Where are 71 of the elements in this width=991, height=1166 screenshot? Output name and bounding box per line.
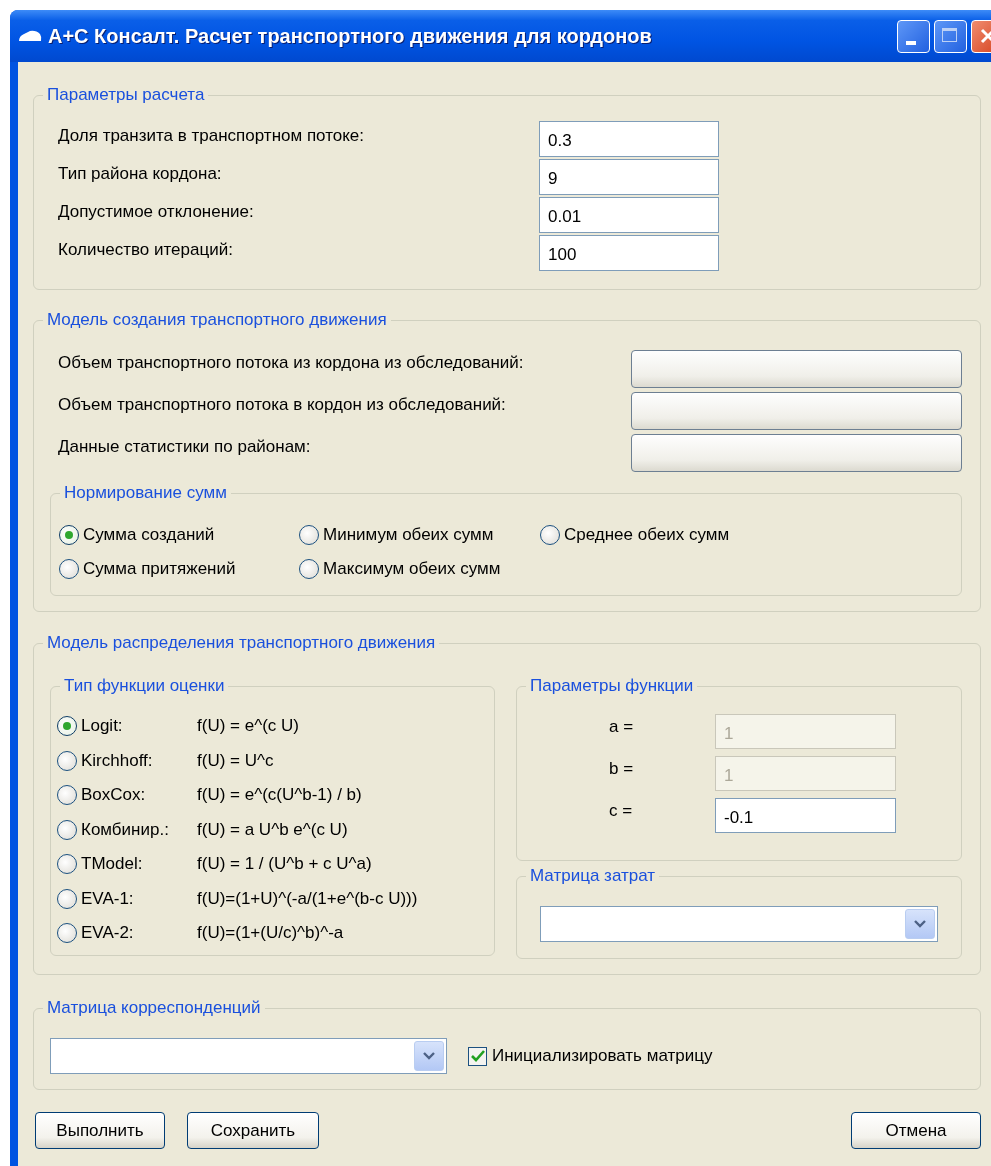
input-field[interactable]: 9: [539, 159, 719, 195]
group-title: Модель создания транспортного движения: [43, 310, 391, 330]
radio-button[interactable]: [299, 525, 319, 545]
radio-button[interactable]: [540, 525, 560, 545]
field-label: Количество итераций:: [58, 239, 234, 260]
chevron-down-icon: [423, 1052, 435, 1060]
radio-option[interactable]: Среднее обеих сумм: [540, 518, 730, 552]
group-title: Матрица корреспонденций: [43, 998, 265, 1018]
radio-button[interactable]: [57, 923, 77, 944]
radio-button[interactable]: [57, 854, 77, 875]
field-label: Доля транзита в транспортном потоке:: [58, 125, 366, 146]
input-field[interactable]: 0.01: [539, 197, 719, 233]
group-title: Матрица затрат: [526, 866, 660, 886]
group-title: Параметры функции: [526, 676, 698, 696]
radio-option[interactable]: Минимум обеих сумм: [299, 518, 540, 552]
checkbox-option[interactable]: Инициализировать матрицу: [468, 1046, 713, 1066]
group-title: Тип функции оценки: [60, 676, 229, 696]
field-label: Допустимое отклонение:: [58, 201, 255, 222]
input-field[interactable]: -0.1: [715, 798, 896, 833]
radio-button[interactable]: [57, 819, 77, 840]
radio-option[interactable]: Максимум обеих сумм: [299, 552, 540, 586]
select-button[interactable]: [631, 434, 962, 472]
radio-option[interactable]: Сумма притяжений: [59, 552, 299, 586]
input-field[interactable]: 0.3: [539, 121, 719, 157]
check-icon: [470, 1050, 485, 1062]
radio-option[interactable]: EVA-2:: [57, 916, 197, 951]
action-button[interactable]: Сохранить: [187, 1112, 319, 1149]
dropdown-field[interactable]: [50, 1038, 447, 1074]
field-label: a =: [609, 716, 635, 737]
radio-option[interactable]: Сумма созданий: [59, 518, 299, 552]
radio-option[interactable]: Комбинир.:: [57, 812, 197, 847]
select-button[interactable]: [631, 392, 962, 430]
radio-button[interactable]: [59, 559, 79, 579]
field-label: Данные статистики по районам:: [57, 436, 312, 457]
group-title: Нормирование сумм: [60, 483, 231, 503]
radio-option[interactable]: Kirchhoff:: [57, 743, 197, 778]
dropdown-field[interactable]: [540, 906, 938, 942]
formula-text: f(U)=(1+U)^(-a/(1+e^(b-c U))): [197, 888, 418, 909]
input-field[interactable]: 100: [539, 235, 719, 271]
formula-text: f(U) = a U^b e^(c U): [197, 819, 348, 840]
field-label: b =: [609, 758, 635, 779]
field-label: c =: [609, 800, 634, 821]
radio-button[interactable]: [57, 785, 77, 806]
radio-button[interactable]: [57, 888, 77, 909]
radio-option[interactable]: BoxCox:: [57, 778, 197, 813]
radio-option[interactable]: EVA-1:: [57, 881, 197, 916]
radio-button[interactable]: [57, 716, 77, 737]
action-button[interactable]: Выполнить: [35, 1112, 165, 1149]
formula-text: f(U) = U^c: [197, 750, 274, 771]
field-label: Тип района кордона:: [58, 163, 223, 184]
radio-button[interactable]: [59, 525, 79, 545]
formula-text: f(U)=(1+(U/c)^b)^-a: [197, 923, 344, 944]
app-icon: [18, 29, 42, 43]
action-button[interactable]: Отмена: [851, 1112, 981, 1149]
checkbox[interactable]: [468, 1046, 487, 1066]
group-title: Параметры расчета: [43, 85, 209, 105]
maximize-button[interactable]: [934, 19, 967, 53]
window-title: A+C Консалт. Расчет транспортного движения для кордонов: [48, 24, 652, 48]
radio-option[interactable]: Logit:: [57, 709, 197, 744]
radio-option[interactable]: TModel:: [57, 847, 197, 882]
chevron-down-icon: [914, 920, 926, 928]
select-button[interactable]: [631, 350, 962, 388]
group-title: Модель распределения транспортного движения: [43, 633, 440, 653]
field-label: Объем транспортного потока из кордона из обследований:: [57, 352, 525, 373]
formula-text: f(U) = e^(c(U^b-1) / b): [197, 785, 362, 806]
minimize-button[interactable]: [897, 19, 930, 53]
field-label: Объем транспортного потока в кордон из обследований:: [57, 394, 507, 415]
radio-button[interactable]: [57, 750, 77, 771]
formula-text: f(U) = e^(c U): [197, 716, 299, 737]
formula-text: f(U) = 1 / (U^b + c U^a): [197, 854, 372, 875]
radio-button[interactable]: [299, 559, 319, 579]
